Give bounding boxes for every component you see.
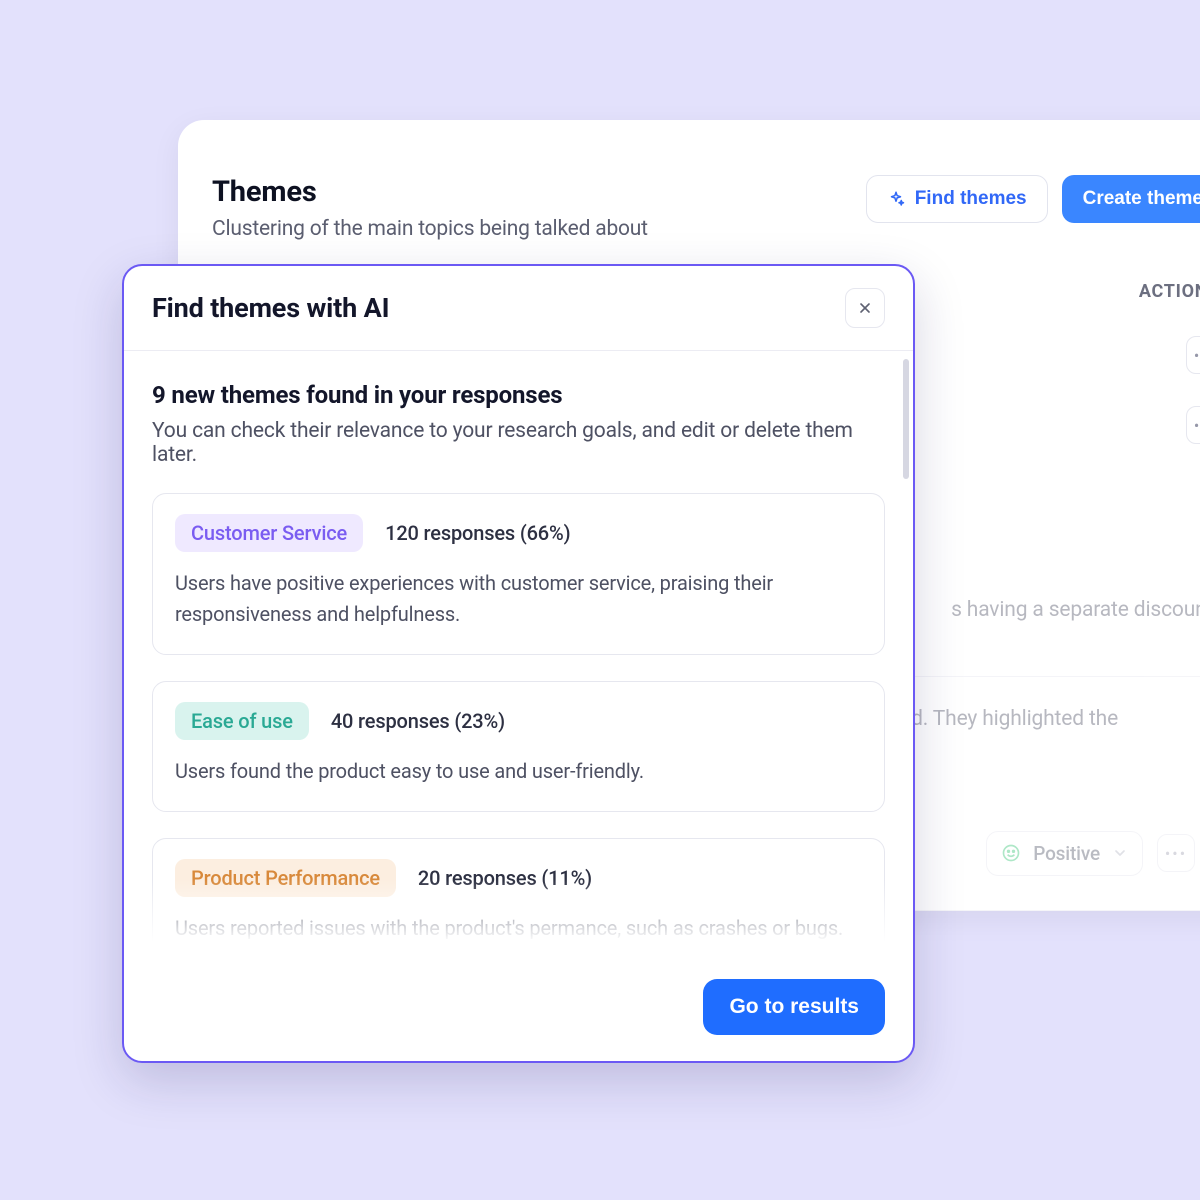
more-icon: •••: [1194, 416, 1200, 435]
sparkle-icon: [887, 190, 905, 208]
theme-pill: Customer Service: [175, 514, 363, 552]
close-button[interactable]: [845, 288, 885, 328]
theme-card-header: Customer Service 120 responses (66%): [175, 514, 862, 552]
response-more-button[interactable]: •••: [1157, 834, 1195, 872]
panel-subtitle: Clustering of the main topics being talk…: [212, 217, 648, 241]
dialog-header: Find themes with AI: [124, 266, 913, 351]
more-icon: •••: [1165, 844, 1187, 863]
more-icon: •••: [1194, 346, 1200, 365]
theme-description: Users reported issues with the product's…: [175, 913, 862, 944]
panel-actions: Find themes Create theme: [866, 175, 1200, 223]
theme-pill: Ease of use: [175, 702, 309, 740]
dialog-footer: Go to results: [124, 969, 913, 1061]
find-themes-dialog: Find themes with AI 9 new themes found i…: [122, 264, 915, 1063]
theme-meta: 120 responses (66%): [385, 521, 570, 545]
theme-card: Ease of use 40 responses (23%) Users found…: [152, 681, 885, 812]
actions-column-header: ACTIONS: [1139, 281, 1200, 302]
find-themes-label: Find themes: [915, 188, 1027, 210]
chevron-down-icon: [1112, 845, 1128, 861]
go-to-results-button[interactable]: Go to results: [703, 979, 885, 1035]
theme-description: Users found the product easy to use and …: [175, 756, 862, 787]
sentiment-select[interactable]: Positive: [986, 831, 1143, 876]
theme-pill: Product Performance: [175, 859, 396, 897]
row-actions-button[interactable]: •••: [1186, 336, 1200, 374]
row-actions-button[interactable]: •••: [1186, 406, 1200, 444]
dialog-body: 9 new themes found in your responses You…: [124, 351, 913, 969]
panel-header: Themes Clustering of the main topics bei…: [212, 175, 1200, 241]
sentiment-label: Positive: [1033, 842, 1100, 865]
theme-card: Customer Service 120 responses (66%) Users…: [152, 493, 885, 655]
smile-icon: [1001, 843, 1021, 863]
create-theme-button[interactable]: Create theme: [1062, 175, 1200, 223]
found-themes-sub: You can check their relevance to your re…: [152, 419, 885, 467]
theme-meta: 20 responses (11%): [418, 866, 592, 890]
dialog-title: Find themes with AI: [152, 292, 389, 324]
theme-meta: 40 responses (23%): [331, 709, 505, 733]
theme-description: Users have positive experiences with cus…: [175, 568, 862, 630]
go-to-results-label: Go to results: [729, 995, 859, 1018]
theme-card-header: Ease of use 40 responses (23%): [175, 702, 862, 740]
scrollbar[interactable]: [903, 359, 909, 479]
theme-card: Product Performance 20 responses (11%) Use…: [152, 838, 885, 969]
panel-heading: Themes Clustering of the main topics bei…: [212, 175, 648, 241]
find-themes-button[interactable]: Find themes: [866, 175, 1048, 223]
close-icon: [857, 300, 873, 316]
found-themes-headline: 9 new themes found in your responses: [152, 381, 885, 409]
panel-title: Themes: [212, 175, 648, 209]
create-theme-label: Create theme: [1083, 188, 1200, 210]
theme-card-header: Product Performance 20 responses (11%): [175, 859, 862, 897]
